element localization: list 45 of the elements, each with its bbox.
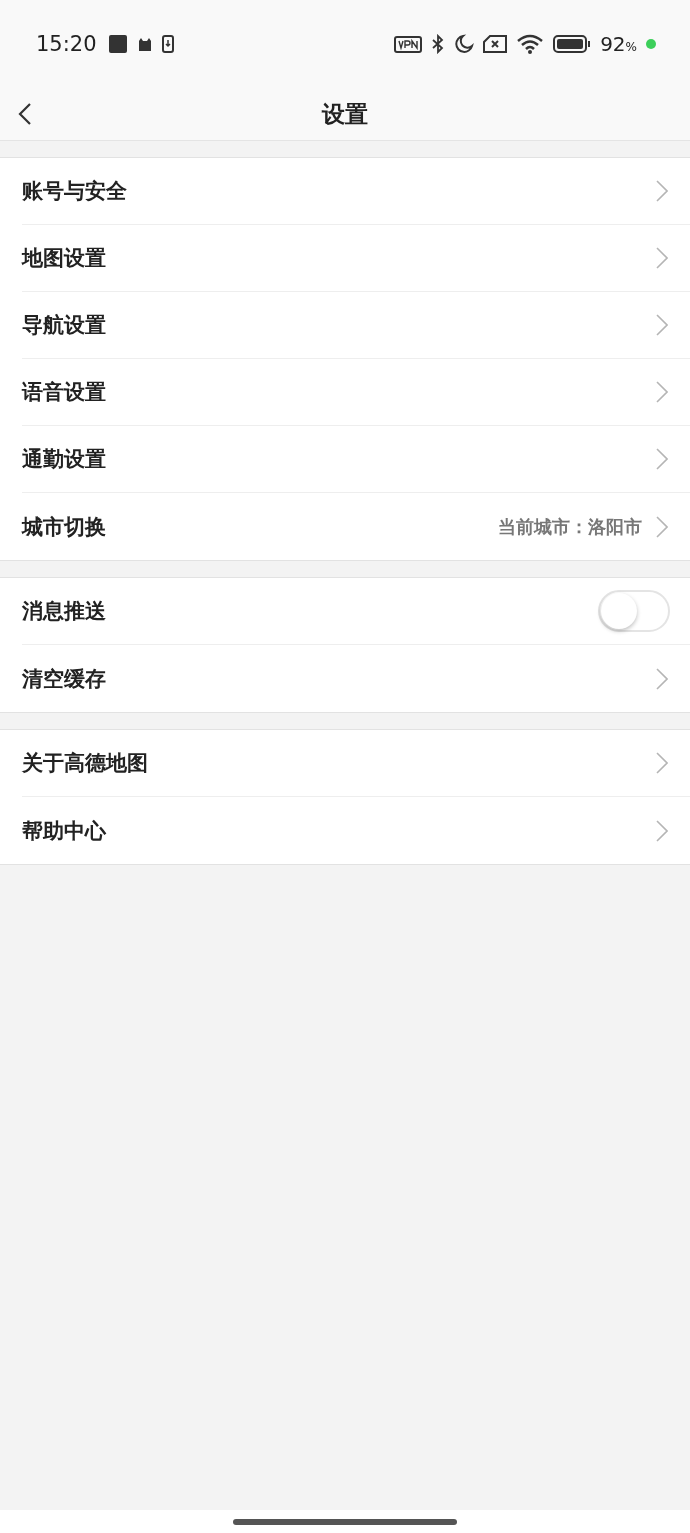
settings-item[interactable]: 城市切换 当前城市：洛阳市: [22, 493, 690, 560]
settings-item[interactable]: 导航设置: [22, 292, 690, 359]
settings-item[interactable]: 账号与安全: [22, 158, 690, 225]
chevron-icon: [656, 180, 668, 202]
settings-item[interactable]: 通勤设置: [22, 426, 690, 493]
settings-item[interactable]: 消息推送: [22, 578, 690, 645]
item-label: 通勤设置: [22, 446, 107, 473]
settings-item[interactable]: 清空缓存: [22, 645, 690, 712]
item-label: 消息推送: [22, 598, 107, 625]
settings-item[interactable]: 地图设置: [22, 225, 690, 292]
item-label: 关于高德地图: [22, 750, 149, 777]
chevron-icon: [656, 448, 668, 470]
battery-percent: 92%: [600, 32, 637, 56]
back-icon: [18, 102, 32, 126]
sim-off-icon: [483, 35, 508, 53]
chevron-icon: [656, 381, 668, 403]
settings-item[interactable]: 帮助中心: [22, 797, 690, 864]
item-label: 帮助中心: [22, 817, 107, 845]
item-label: 城市切换: [22, 513, 107, 541]
item-value: 当前城市：洛阳市: [498, 514, 642, 539]
settings-item[interactable]: 关于高德地图: [22, 730, 690, 797]
item-label: 地图设置: [22, 245, 107, 272]
item-label: 账号与安全: [22, 178, 128, 205]
chevron-icon: [656, 819, 668, 842]
item-label: 导航设置: [22, 312, 107, 339]
item-label: 语音设置: [22, 379, 107, 406]
bluetooth-icon: [431, 34, 446, 54]
home-indicator[interactable]: [233, 1518, 457, 1525]
square-icon: [107, 34, 128, 54]
wifi-icon: [516, 33, 545, 55]
chevron-icon: [656, 667, 668, 690]
status-time: 15:20: [36, 32, 97, 56]
item-label: 清空缓存: [22, 665, 107, 693]
chevron-icon: [656, 247, 668, 269]
status-dot-icon: [646, 39, 656, 49]
chevron-icon: [656, 752, 668, 774]
settings-item[interactable]: 语音设置: [22, 359, 690, 426]
phone-download-icon: [161, 35, 174, 53]
page-title: 设置: [322, 99, 368, 129]
chevron-icon: [656, 515, 668, 538]
moon-icon: [454, 34, 475, 54]
battery-icon: [553, 35, 592, 53]
vpn-icon: [394, 35, 423, 53]
toggle-switch[interactable]: [598, 590, 670, 632]
chevron-icon: [656, 314, 668, 336]
